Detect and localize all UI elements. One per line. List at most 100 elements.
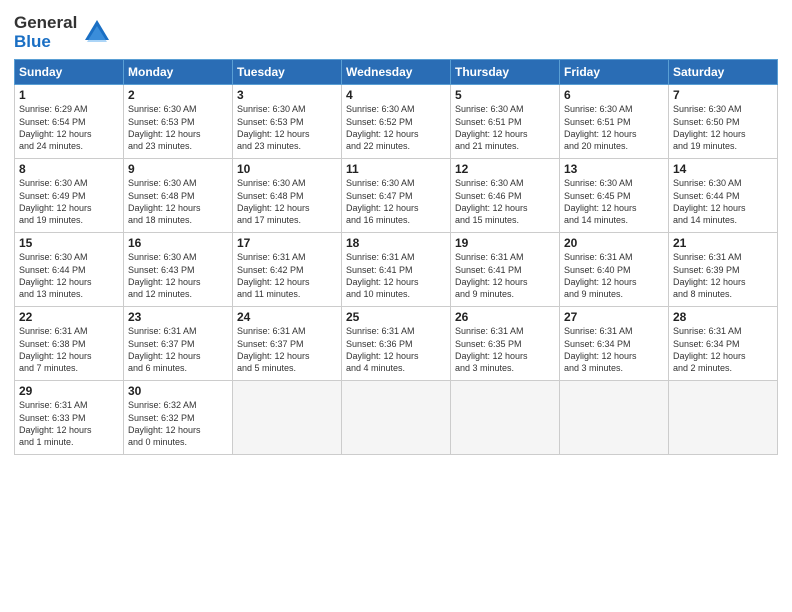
day-info: Sunrise: 6:30 AM Sunset: 6:44 PM Dayligh… (19, 251, 119, 300)
day-info: Sunrise: 6:31 AM Sunset: 6:42 PM Dayligh… (237, 251, 337, 300)
column-header-friday: Friday (560, 60, 669, 85)
day-number: 7 (673, 88, 773, 102)
calendar-cell: 4Sunrise: 6:30 AM Sunset: 6:52 PM Daylig… (342, 85, 451, 159)
calendar-cell (233, 381, 342, 455)
day-info: Sunrise: 6:31 AM Sunset: 6:36 PM Dayligh… (346, 325, 446, 374)
column-header-tuesday: Tuesday (233, 60, 342, 85)
day-info: Sunrise: 6:30 AM Sunset: 6:50 PM Dayligh… (673, 103, 773, 152)
day-number: 28 (673, 310, 773, 324)
calendar-cell: 7Sunrise: 6:30 AM Sunset: 6:50 PM Daylig… (669, 85, 778, 159)
calendar-cell: 6Sunrise: 6:30 AM Sunset: 6:51 PM Daylig… (560, 85, 669, 159)
day-number: 26 (455, 310, 555, 324)
calendar-cell: 9Sunrise: 6:30 AM Sunset: 6:48 PM Daylig… (124, 159, 233, 233)
page-header: General Blue (14, 10, 778, 51)
calendar-cell: 16Sunrise: 6:30 AM Sunset: 6:43 PM Dayli… (124, 233, 233, 307)
day-info: Sunrise: 6:30 AM Sunset: 6:49 PM Dayligh… (19, 177, 119, 226)
day-number: 9 (128, 162, 228, 176)
calendar-cell: 2Sunrise: 6:30 AM Sunset: 6:53 PM Daylig… (124, 85, 233, 159)
day-number: 29 (19, 384, 119, 398)
day-number: 15 (19, 236, 119, 250)
day-info: Sunrise: 6:30 AM Sunset: 6:52 PM Dayligh… (346, 103, 446, 152)
calendar-header-row: SundayMondayTuesdayWednesdayThursdayFrid… (15, 60, 778, 85)
day-number: 27 (564, 310, 664, 324)
day-number: 13 (564, 162, 664, 176)
day-number: 2 (128, 88, 228, 102)
week-row-2: 8Sunrise: 6:30 AM Sunset: 6:49 PM Daylig… (15, 159, 778, 233)
column-header-saturday: Saturday (669, 60, 778, 85)
logo-line1: General (14, 14, 77, 33)
calendar-cell: 19Sunrise: 6:31 AM Sunset: 6:41 PM Dayli… (451, 233, 560, 307)
day-info: Sunrise: 6:30 AM Sunset: 6:44 PM Dayligh… (673, 177, 773, 226)
day-info: Sunrise: 6:31 AM Sunset: 6:38 PM Dayligh… (19, 325, 119, 374)
day-number: 1 (19, 88, 119, 102)
day-info: Sunrise: 6:31 AM Sunset: 6:34 PM Dayligh… (564, 325, 664, 374)
day-info: Sunrise: 6:30 AM Sunset: 6:51 PM Dayligh… (455, 103, 555, 152)
calendar-table: SundayMondayTuesdayWednesdayThursdayFrid… (14, 59, 778, 455)
calendar-cell: 24Sunrise: 6:31 AM Sunset: 6:37 PM Dayli… (233, 307, 342, 381)
calendar-cell (560, 381, 669, 455)
logo: General Blue (14, 14, 111, 51)
calendar-cell: 12Sunrise: 6:30 AM Sunset: 6:46 PM Dayli… (451, 159, 560, 233)
day-info: Sunrise: 6:31 AM Sunset: 6:37 PM Dayligh… (237, 325, 337, 374)
logo-icon (83, 18, 111, 46)
calendar-cell: 25Sunrise: 6:31 AM Sunset: 6:36 PM Dayli… (342, 307, 451, 381)
calendar-cell (342, 381, 451, 455)
day-info: Sunrise: 6:29 AM Sunset: 6:54 PM Dayligh… (19, 103, 119, 152)
calendar-cell: 26Sunrise: 6:31 AM Sunset: 6:35 PM Dayli… (451, 307, 560, 381)
day-info: Sunrise: 6:31 AM Sunset: 6:33 PM Dayligh… (19, 399, 119, 448)
day-info: Sunrise: 6:31 AM Sunset: 6:39 PM Dayligh… (673, 251, 773, 300)
day-number: 20 (564, 236, 664, 250)
column-header-monday: Monday (124, 60, 233, 85)
day-info: Sunrise: 6:30 AM Sunset: 6:45 PM Dayligh… (564, 177, 664, 226)
day-number: 19 (455, 236, 555, 250)
week-row-4: 22Sunrise: 6:31 AM Sunset: 6:38 PM Dayli… (15, 307, 778, 381)
day-info: Sunrise: 6:31 AM Sunset: 6:41 PM Dayligh… (346, 251, 446, 300)
calendar-cell: 13Sunrise: 6:30 AM Sunset: 6:45 PM Dayli… (560, 159, 669, 233)
calendar-cell: 8Sunrise: 6:30 AM Sunset: 6:49 PM Daylig… (15, 159, 124, 233)
day-number: 11 (346, 162, 446, 176)
calendar-cell (451, 381, 560, 455)
calendar-cell: 10Sunrise: 6:30 AM Sunset: 6:48 PM Dayli… (233, 159, 342, 233)
calendar-cell: 1Sunrise: 6:29 AM Sunset: 6:54 PM Daylig… (15, 85, 124, 159)
calendar-cell: 15Sunrise: 6:30 AM Sunset: 6:44 PM Dayli… (15, 233, 124, 307)
day-info: Sunrise: 6:30 AM Sunset: 6:53 PM Dayligh… (237, 103, 337, 152)
calendar-cell: 3Sunrise: 6:30 AM Sunset: 6:53 PM Daylig… (233, 85, 342, 159)
calendar-cell: 5Sunrise: 6:30 AM Sunset: 6:51 PM Daylig… (451, 85, 560, 159)
calendar-cell: 22Sunrise: 6:31 AM Sunset: 6:38 PM Dayli… (15, 307, 124, 381)
day-number: 3 (237, 88, 337, 102)
column-header-sunday: Sunday (15, 60, 124, 85)
day-info: Sunrise: 6:30 AM Sunset: 6:51 PM Dayligh… (564, 103, 664, 152)
calendar-cell: 17Sunrise: 6:31 AM Sunset: 6:42 PM Dayli… (233, 233, 342, 307)
column-header-thursday: Thursday (451, 60, 560, 85)
day-number: 21 (673, 236, 773, 250)
calendar-cell: 11Sunrise: 6:30 AM Sunset: 6:47 PM Dayli… (342, 159, 451, 233)
day-info: Sunrise: 6:31 AM Sunset: 6:35 PM Dayligh… (455, 325, 555, 374)
day-number: 10 (237, 162, 337, 176)
day-info: Sunrise: 6:30 AM Sunset: 6:43 PM Dayligh… (128, 251, 228, 300)
day-number: 25 (346, 310, 446, 324)
calendar-cell: 14Sunrise: 6:30 AM Sunset: 6:44 PM Dayli… (669, 159, 778, 233)
logo-line2: Blue (14, 33, 77, 52)
day-info: Sunrise: 6:30 AM Sunset: 6:53 PM Dayligh… (128, 103, 228, 152)
week-row-1: 1Sunrise: 6:29 AM Sunset: 6:54 PM Daylig… (15, 85, 778, 159)
day-info: Sunrise: 6:31 AM Sunset: 6:34 PM Dayligh… (673, 325, 773, 374)
day-number: 17 (237, 236, 337, 250)
calendar-body: 1Sunrise: 6:29 AM Sunset: 6:54 PM Daylig… (15, 85, 778, 455)
calendar-cell: 20Sunrise: 6:31 AM Sunset: 6:40 PM Dayli… (560, 233, 669, 307)
calendar-cell: 29Sunrise: 6:31 AM Sunset: 6:33 PM Dayli… (15, 381, 124, 455)
day-number: 8 (19, 162, 119, 176)
calendar-cell: 23Sunrise: 6:31 AM Sunset: 6:37 PM Dayli… (124, 307, 233, 381)
day-number: 30 (128, 384, 228, 398)
day-number: 14 (673, 162, 773, 176)
day-info: Sunrise: 6:30 AM Sunset: 6:48 PM Dayligh… (128, 177, 228, 226)
calendar-cell: 18Sunrise: 6:31 AM Sunset: 6:41 PM Dayli… (342, 233, 451, 307)
day-info: Sunrise: 6:30 AM Sunset: 6:48 PM Dayligh… (237, 177, 337, 226)
day-info: Sunrise: 6:31 AM Sunset: 6:40 PM Dayligh… (564, 251, 664, 300)
day-info: Sunrise: 6:30 AM Sunset: 6:47 PM Dayligh… (346, 177, 446, 226)
day-number: 24 (237, 310, 337, 324)
column-header-wednesday: Wednesday (342, 60, 451, 85)
day-info: Sunrise: 6:31 AM Sunset: 6:37 PM Dayligh… (128, 325, 228, 374)
day-number: 16 (128, 236, 228, 250)
day-info: Sunrise: 6:32 AM Sunset: 6:32 PM Dayligh… (128, 399, 228, 448)
day-number: 23 (128, 310, 228, 324)
